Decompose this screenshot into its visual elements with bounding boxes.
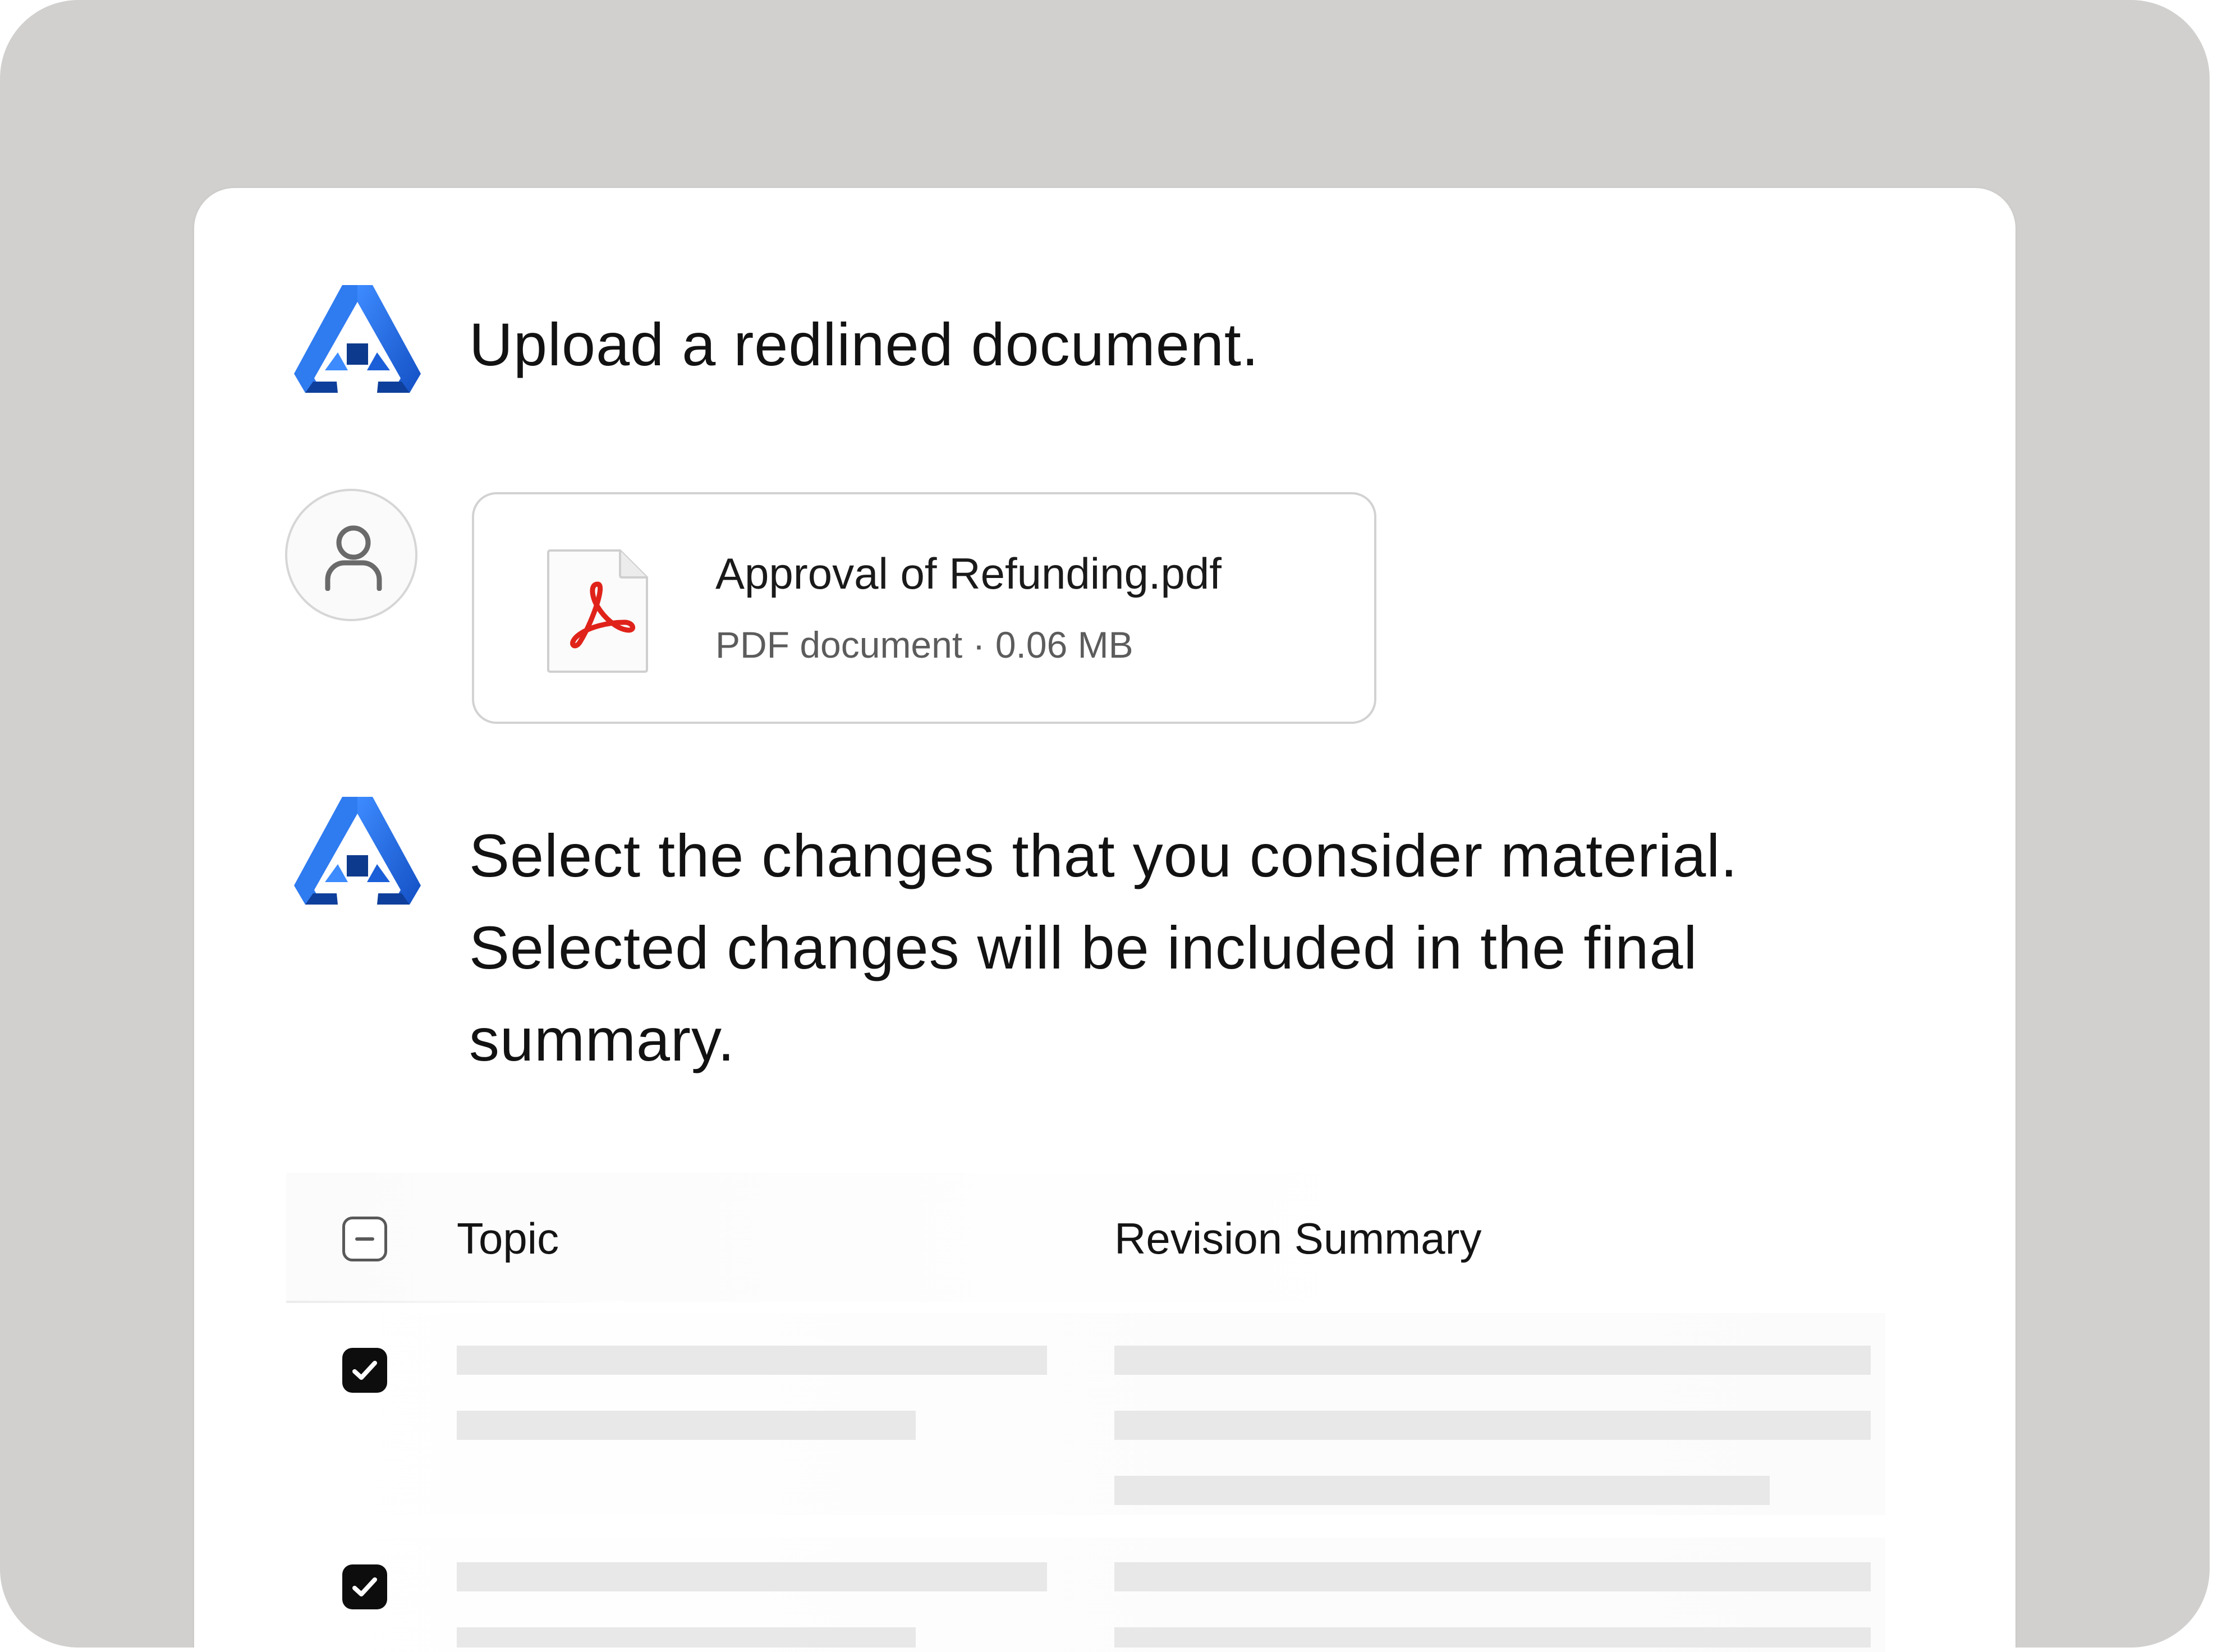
row-checkbox[interactable] xyxy=(342,1348,387,1393)
user-avatar-icon xyxy=(325,525,382,591)
attachment-card[interactable]: Approval of Refunding.pdf PDF document ·… xyxy=(472,492,1376,724)
topic-placeholder-line xyxy=(457,1627,916,1648)
summary-placeholder-line xyxy=(1114,1346,1871,1375)
bot-message-upload: Upload a redlined document. xyxy=(469,310,1259,378)
column-header-revision-summary[interactable]: Revision Summary xyxy=(1114,1213,1482,1264)
select-all-checkbox[interactable] xyxy=(342,1217,387,1261)
topic-placeholder-line xyxy=(457,1411,916,1440)
summary-placeholder-line xyxy=(1114,1411,1871,1440)
table-header-divider xyxy=(286,1301,623,1303)
checkmark-icon xyxy=(352,1361,377,1380)
topic-placeholder-line xyxy=(457,1346,1047,1375)
summary-placeholder-line xyxy=(1114,1562,1871,1591)
row-checkbox[interactable] xyxy=(342,1564,387,1609)
checkmark-icon xyxy=(352,1577,377,1596)
user-avatar xyxy=(285,489,417,621)
summary-placeholder-line xyxy=(1114,1627,1871,1648)
attachment-file-meta: PDF document · 0.06 MB xyxy=(715,624,1133,666)
bot-message-select-changes: Select the changes that you consider mat… xyxy=(469,822,1738,1073)
attachment-file-name: Approval of Refunding.pdf xyxy=(715,549,1222,598)
triangle-logo-icon xyxy=(294,797,421,905)
topic-placeholder-line xyxy=(457,1562,1047,1591)
pdf-icon xyxy=(547,549,648,673)
summary-placeholder-line xyxy=(1114,1476,1770,1505)
column-header-topic[interactable]: Topic xyxy=(457,1213,559,1264)
triangle-logo-icon xyxy=(294,285,421,393)
